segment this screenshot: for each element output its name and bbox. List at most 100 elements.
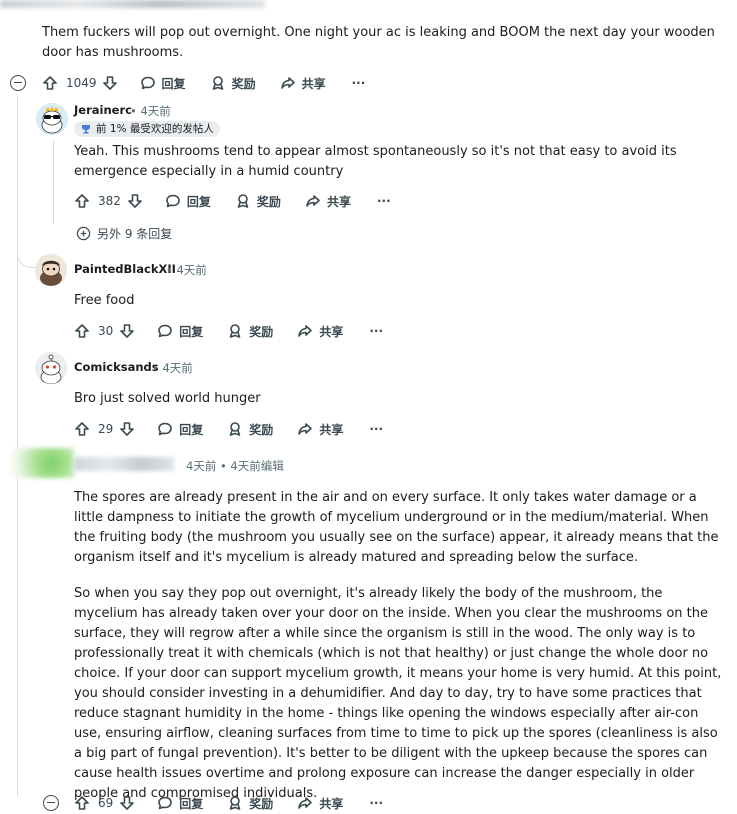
award-button[interactable]: 奖励 bbox=[227, 421, 273, 438]
avatar[interactable] bbox=[35, 254, 67, 286]
downvote-icon bbox=[120, 324, 135, 338]
downvote-button[interactable] bbox=[119, 795, 135, 811]
snoo-avatar-icon bbox=[35, 254, 67, 286]
downvote-button[interactable] bbox=[127, 193, 143, 209]
award-button[interactable]: 奖励 bbox=[210, 75, 256, 92]
share-button[interactable]: 共享 bbox=[297, 795, 343, 812]
vote-count: 30 bbox=[98, 324, 114, 338]
comment-actions: 29 回复 奖励 共享 ··· bbox=[74, 419, 383, 439]
award-label: 奖励 bbox=[249, 324, 274, 339]
upvote-icon bbox=[75, 796, 89, 810]
comment-icon bbox=[158, 796, 173, 810]
reply-label: 回复 bbox=[186, 194, 211, 209]
comment-body-paragraph: The spores are already present in the ai… bbox=[74, 490, 719, 565]
comment-author[interactable]: Jerainerc bbox=[74, 103, 132, 117]
downvote-button[interactable] bbox=[119, 421, 135, 437]
share-button[interactable]: 共享 bbox=[297, 421, 343, 438]
reply-label: 回复 bbox=[179, 796, 204, 811]
collapse-thread-button[interactable] bbox=[43, 795, 59, 811]
top-comment-actions: 1049 回复 奖励 共享 ··· bbox=[42, 73, 365, 93]
award-button[interactable]: 奖励 bbox=[235, 193, 281, 210]
award-label: 奖励 bbox=[249, 422, 274, 437]
blurred-header bbox=[0, 0, 265, 8]
thread-line bbox=[53, 140, 54, 224]
more-options-button[interactable]: ··· bbox=[352, 76, 366, 90]
more-options-button[interactable]: ··· bbox=[369, 796, 383, 810]
comment-time: • 4天前 bbox=[130, 104, 171, 118]
award-icon bbox=[229, 324, 241, 338]
comment-time: • 4天前 bbox=[152, 361, 193, 375]
trophy-icon bbox=[82, 125, 90, 134]
upvote-icon bbox=[75, 324, 89, 338]
more-replies-label: 另外 9 条回复 bbox=[97, 227, 173, 241]
award-label: 奖励 bbox=[256, 194, 281, 209]
collapse-thread-button[interactable] bbox=[10, 75, 26, 91]
comment-icon bbox=[140, 76, 155, 90]
comment-time: • 4天前 bbox=[166, 263, 207, 277]
award-icon bbox=[212, 76, 223, 90]
upvote-button[interactable] bbox=[74, 193, 90, 209]
reply-button[interactable]: 回复 bbox=[165, 193, 211, 210]
avatar[interactable] bbox=[36, 103, 68, 135]
upvote-button[interactable] bbox=[74, 421, 90, 437]
more-options-button[interactable]: ··· bbox=[369, 324, 383, 338]
share-icon bbox=[306, 195, 320, 207]
reply-button[interactable]: 回复 bbox=[140, 75, 186, 92]
comment-body: Free food bbox=[74, 293, 135, 308]
downvote-icon bbox=[120, 796, 135, 810]
vote-count: 382 bbox=[98, 194, 121, 208]
snoo-avatar-icon bbox=[36, 103, 68, 135]
reply-button[interactable]: 回复 bbox=[157, 421, 203, 438]
comment-body: Yeah. This mushrooms tend to appear almo… bbox=[74, 144, 677, 179]
award-icon bbox=[229, 796, 241, 810]
share-icon bbox=[280, 77, 295, 89]
share-icon bbox=[298, 423, 313, 435]
award-label: 奖励 bbox=[249, 796, 274, 811]
comment-icon bbox=[158, 422, 173, 436]
comment-icon bbox=[158, 324, 173, 338]
plus-circle-icon bbox=[76, 226, 91, 241]
comment-body: Bro just solved world hunger bbox=[74, 391, 261, 406]
vote-count: 1049 bbox=[66, 76, 97, 90]
thread-line bbox=[17, 96, 18, 796]
share-icon bbox=[298, 325, 313, 337]
award-button[interactable]: 奖励 bbox=[227, 795, 273, 812]
upvote-icon bbox=[75, 194, 89, 208]
downvote-button[interactable] bbox=[119, 323, 135, 339]
upvote-button[interactable] bbox=[74, 795, 90, 811]
reply-button[interactable]: 回复 bbox=[157, 323, 203, 340]
reply-label: 回复 bbox=[179, 422, 204, 437]
reply-button[interactable]: 回复 bbox=[157, 795, 203, 812]
vote-count: 69 bbox=[98, 796, 114, 810]
award-label: 奖励 bbox=[231, 76, 256, 91]
downvote-button[interactable] bbox=[102, 75, 118, 91]
upvote-button[interactable] bbox=[74, 323, 90, 339]
award-icon bbox=[229, 422, 241, 436]
share-label: 共享 bbox=[319, 324, 344, 339]
share-button[interactable]: 共享 bbox=[297, 323, 343, 340]
comment-author[interactable]: PaintedBlackXII bbox=[74, 262, 176, 276]
top-poster-badge: 前 1% 最受欢迎的发帖人 bbox=[74, 121, 220, 137]
upvote-icon bbox=[75, 422, 89, 436]
comment-actions: 69 回复 奖励 共享 ··· bbox=[74, 793, 383, 813]
reply-label: 回复 bbox=[179, 324, 204, 339]
vote-count: 29 bbox=[98, 422, 114, 436]
share-icon bbox=[298, 797, 313, 809]
upvote-button[interactable] bbox=[42, 75, 58, 91]
award-button[interactable]: 奖励 bbox=[227, 323, 273, 340]
downvote-icon bbox=[128, 194, 142, 208]
share-button[interactable]: 共享 bbox=[305, 193, 351, 210]
more-options-button[interactable]: ··· bbox=[369, 422, 383, 436]
share-button[interactable]: 共享 bbox=[280, 75, 326, 92]
downvote-icon bbox=[102, 76, 117, 90]
more-options-button[interactable]: ··· bbox=[377, 194, 391, 208]
downvote-icon bbox=[120, 422, 135, 436]
badge-label: 前 1% 最受欢迎的发帖人 bbox=[96, 123, 214, 135]
share-label: 共享 bbox=[319, 796, 344, 811]
comment-author[interactable]: Comicksands bbox=[74, 360, 159, 374]
blurred-author bbox=[74, 457, 174, 471]
more-replies-link[interactable]: 另外 9 条回复 bbox=[76, 225, 172, 242]
share-label: 共享 bbox=[326, 194, 351, 209]
comment-actions: 30 回复 奖励 共享 ··· bbox=[74, 321, 383, 341]
avatar[interactable] bbox=[35, 352, 67, 384]
